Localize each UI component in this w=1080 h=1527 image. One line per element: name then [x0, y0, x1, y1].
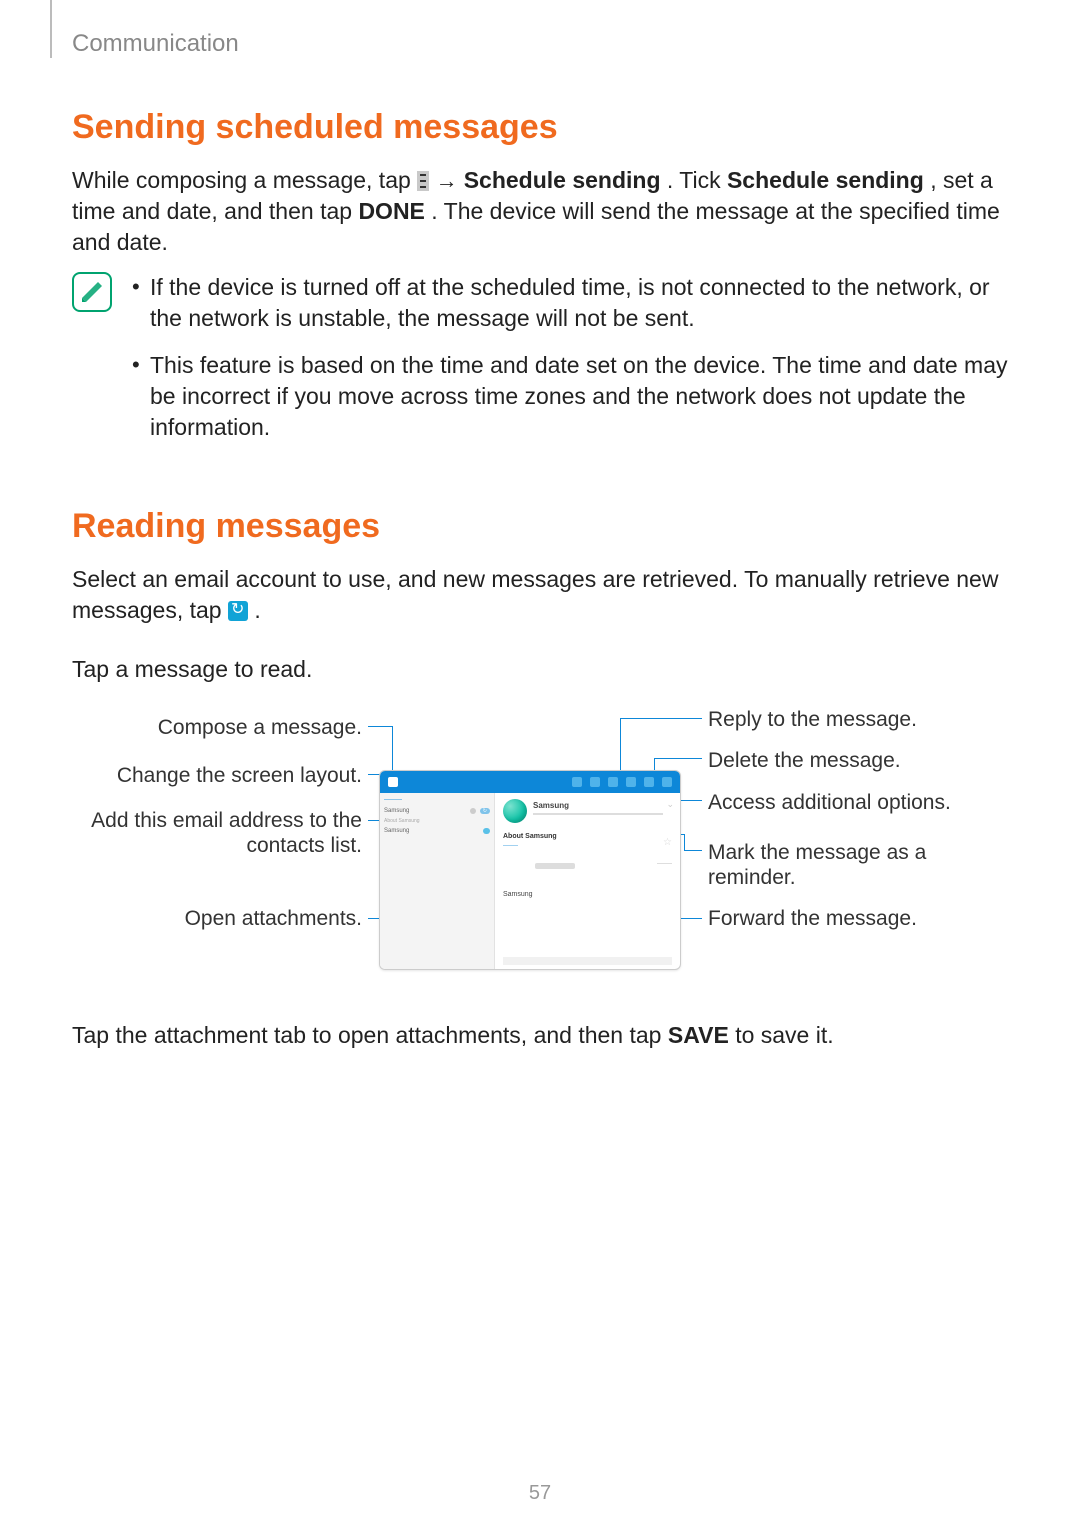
text: to save it.	[735, 1022, 833, 1048]
delete-icon	[644, 777, 654, 787]
refresh-icon	[228, 601, 248, 621]
compose-icon	[388, 777, 398, 787]
content-area: Sending scheduled messages While composi…	[72, 108, 1008, 1057]
note-item: If the device is turned off at the sched…	[128, 272, 1008, 334]
star-icon: ☆	[663, 837, 672, 848]
note-list: If the device is turned off at the sched…	[128, 272, 1008, 459]
shot-topbar	[380, 771, 680, 793]
row-name: Samsung	[384, 808, 466, 814]
text: Select an email account to use, and new …	[72, 566, 998, 623]
leader-line	[684, 834, 685, 850]
clip-icon	[470, 808, 476, 814]
leader-line	[620, 718, 702, 719]
text: While composing a message, tap	[72, 167, 417, 193]
done-bold: DONE	[358, 198, 424, 224]
text: .	[254, 597, 260, 623]
section-reading: Reading messages Select an email account…	[72, 507, 1008, 1050]
reading-paragraph-2: Tap a message to read.	[72, 654, 1008, 685]
callout-forward: Forward the message.	[708, 906, 1008, 931]
expand-icon: ⌄	[666, 799, 674, 810]
section-heading-reading: Reading messages	[72, 507, 1008, 546]
reading-paragraph-1: Select an email account to use, and new …	[72, 564, 1008, 626]
callout-delete: Delete the message.	[708, 748, 1008, 773]
more-options-icon	[417, 171, 429, 191]
subject-sub: ———	[503, 843, 518, 849]
text: Tap the attachment tab to open attachmen…	[72, 1022, 668, 1048]
note-icon	[72, 272, 112, 312]
body-name: Samsung	[503, 891, 533, 898]
list-item: Samsung ↻	[384, 806, 490, 816]
leader-line	[684, 850, 702, 851]
reply-icon	[590, 777, 600, 787]
chapter-title: Communication	[72, 30, 239, 58]
layout-icon	[572, 777, 582, 787]
callout-add-contact: Add this email address to the contacts l…	[72, 808, 362, 858]
list-item: About Samsung	[384, 816, 490, 826]
body-line	[503, 957, 672, 965]
email-app-screenshot: ——— Samsung ↻ About Samsung Samsung	[379, 770, 681, 970]
callout-reminder: Mark the message as a reminder.	[708, 840, 1008, 890]
arrow-icon: →	[436, 168, 464, 193]
attachment-label: ———	[657, 861, 672, 867]
save-bold: SAVE	[668, 1022, 729, 1048]
note-item: This feature is based on the time and da…	[128, 350, 1008, 443]
subject: About Samsung	[503, 833, 557, 840]
forward-icon	[626, 777, 636, 787]
shot-main: Samsung ⌄ About Samsung ——— ☆ ——— Samsun…	[495, 793, 680, 970]
callout-compose: Compose a message.	[72, 715, 362, 740]
more-icon	[662, 777, 672, 787]
figure-area: Compose a message. Change the screen lay…	[72, 700, 1008, 1020]
schedule-sending-bold-2: Schedule sending	[727, 167, 924, 193]
avatar	[503, 799, 527, 823]
note-icon-wrap	[72, 272, 128, 459]
reply-all-icon	[608, 777, 618, 787]
from-address-line	[533, 813, 663, 815]
attachment-chip	[535, 863, 575, 869]
schedule-sending-bold: Schedule sending	[464, 167, 661, 193]
list-item: Samsung	[384, 826, 490, 836]
scheduled-paragraph: While composing a message, tap → Schedul…	[72, 165, 1008, 258]
note-block: If the device is turned off at the sched…	[72, 272, 1008, 459]
row-name: Samsung	[384, 828, 479, 834]
page: Communication Sending scheduled messages…	[0, 0, 1080, 1527]
shot-body: ——— Samsung ↻ About Samsung Samsung	[380, 793, 680, 970]
header-rule	[50, 0, 52, 58]
after-figure-paragraph: Tap the attachment tab to open attachmen…	[72, 1020, 1008, 1051]
sidebar-date: ———	[384, 797, 490, 803]
leader-line	[654, 758, 702, 759]
leader-line	[368, 726, 392, 727]
callout-layout: Change the screen layout.	[72, 763, 362, 788]
new-badge	[483, 828, 490, 834]
leader-line	[392, 726, 393, 776]
row-sub: About Samsung	[384, 818, 420, 824]
from-name: Samsung	[533, 801, 569, 810]
callout-attachments: Open attachments.	[72, 906, 362, 931]
text: . Tick	[667, 167, 727, 193]
callout-options: Access additional options.	[708, 790, 1008, 815]
callout-reply: Reply to the message.	[708, 707, 1008, 732]
leader-line	[620, 718, 621, 778]
shot-sidebar: ——— Samsung ↻ About Samsung Samsung	[380, 793, 495, 970]
refresh-badge: ↻	[480, 808, 490, 814]
page-number: 57	[0, 1482, 1080, 1505]
section-heading-scheduled: Sending scheduled messages	[72, 108, 1008, 147]
